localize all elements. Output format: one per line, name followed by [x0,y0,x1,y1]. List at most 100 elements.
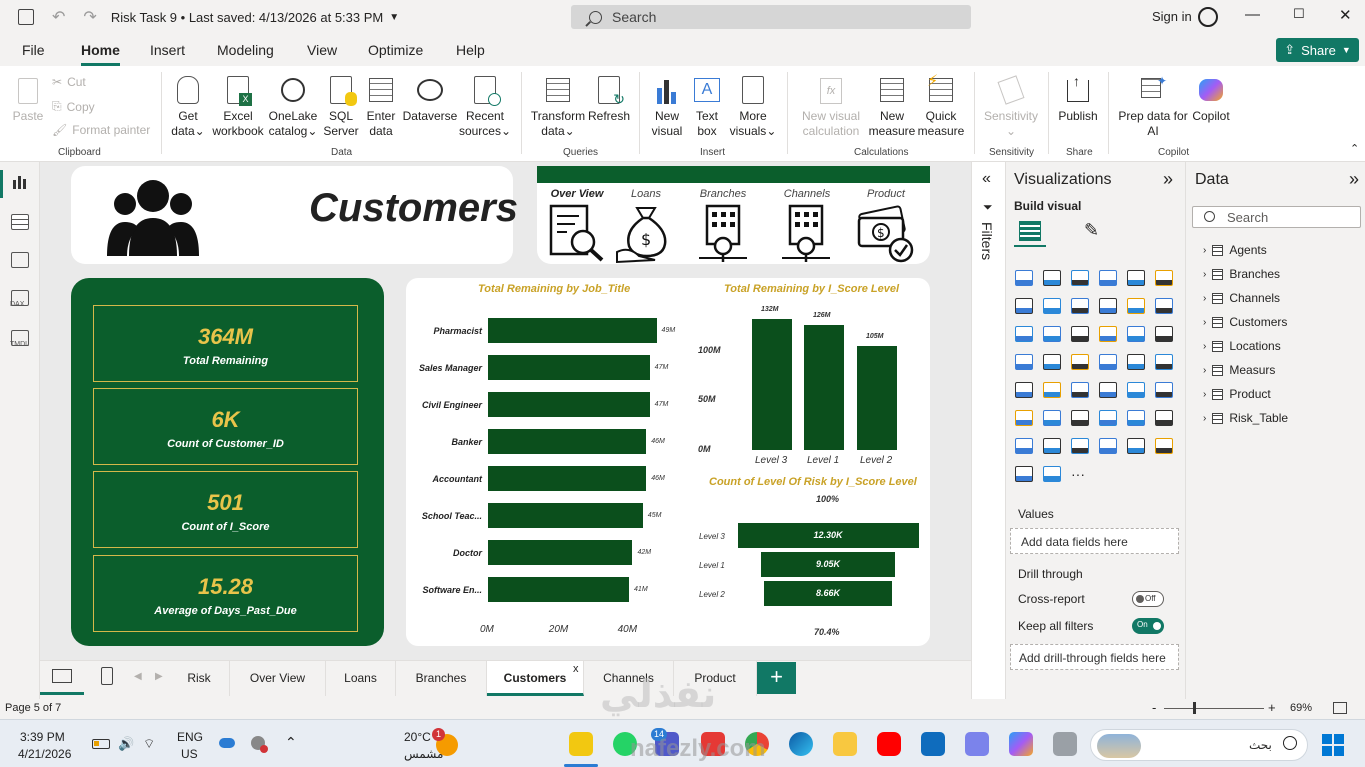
data-search-input[interactable]: Search [1192,206,1361,228]
collapse-ribbon-icon[interactable]: ⌃ [1350,142,1359,155]
100-bar-icon[interactable] [1127,270,1145,286]
fit-to-page-icon[interactable] [1333,702,1347,714]
weather-temperature[interactable]: 20°C [404,730,431,744]
decomposition-tree-icon[interactable] [1043,410,1061,426]
qa-icon[interactable] [1071,410,1089,426]
tab-modeling[interactable]: Modeling [217,42,274,58]
taskbar-search-box[interactable]: بحث [1090,729,1308,761]
edge-app-icon[interactable] [789,732,813,756]
app-icon[interactable] [1053,732,1077,756]
prep-data-for-ai-button[interactable]: ✦ Prep data for AI [1115,74,1191,139]
line-stacked-icon[interactable] [1155,298,1173,314]
language-code[interactable]: ENG [177,730,203,744]
document-title[interactable]: Risk Task 9 • Last saved: 4/13/2026 at 5… [111,10,383,25]
clustered-bar-icon[interactable] [1071,270,1089,286]
dataverse-button[interactable]: Dataverse [402,76,458,124]
collapse-filters-icon[interactable]: « [982,170,991,188]
refresh-button[interactable]: ↻ Refresh [588,76,630,124]
filled-map-icon[interactable] [1043,354,1061,370]
chevron-up-icon[interactable]: ⌃ [285,734,297,751]
report-view-icon[interactable] [11,174,29,190]
page-tab-loans[interactable]: Loans [326,661,396,696]
arcgis-icon[interactable] [1015,466,1033,482]
format-painter-button[interactable]: 🖌 Format painter [52,123,150,137]
more-visuals-menu[interactable]: ··· [1071,466,1085,482]
data-table-item[interactable]: › Measurs [1203,363,1275,377]
data-table-item[interactable]: › Product [1203,387,1271,401]
multi-row-card-icon[interactable] [1155,354,1173,370]
collapse-visualizations-icon[interactable]: » [1163,169,1173,190]
format-visual-icon[interactable]: ✎ [1084,220,1099,241]
paginated-icon[interactable] [1155,410,1173,426]
treemap-icon[interactable] [1155,326,1173,342]
area-chart-icon[interactable] [1043,298,1061,314]
channel-building-icon[interactable] [776,202,836,264]
100-column-icon[interactable] [1155,270,1173,286]
paste-button[interactable]: Paste [10,76,46,124]
azure-map-icon[interactable] [1071,354,1089,370]
data-table-item[interactable]: › Risk_Table [1203,411,1288,425]
add-page-button[interactable]: + [757,662,796,694]
branch-building-icon[interactable] [693,202,753,264]
mobile-layout-icon[interactable] [101,667,113,685]
share-button[interactable]: ⇪ Share ▼ [1276,38,1359,62]
metrics-icon[interactable] [1127,410,1145,426]
nav-product-label[interactable]: Product [850,188,922,200]
zoom-out-button[interactable]: - [1152,700,1156,715]
recent-sources-button[interactable]: Recent sources⌄ [458,76,512,139]
python-visual-icon[interactable] [1155,382,1173,398]
page-tab-customers[interactable]: Customers [487,661,584,696]
key-influencers-icon[interactable] [1015,410,1033,426]
model-view-icon[interactable] [11,252,29,268]
maximize-icon[interactable]: ☐ [1293,6,1305,22]
zoom-slider-thumb[interactable] [1193,702,1196,714]
build-visual-tab[interactable] [1014,217,1046,247]
diamond-icon[interactable] [1155,438,1173,454]
shape-map-icon[interactable] [1071,438,1089,454]
kpi-card[interactable]: 364M Total Remaining [93,305,358,382]
onelake-catalog-button[interactable]: OneLake catalog⌄ [267,76,319,139]
file-explorer-app-icon[interactable] [833,732,857,756]
wifi-icon[interactable]: ⌔ [143,736,155,752]
outlook-app-icon[interactable] [921,732,945,756]
scatter-icon[interactable] [1071,326,1089,342]
line-column-icon[interactable] [1127,298,1145,314]
zoom-slider[interactable] [1164,702,1264,714]
desktop-layout-icon[interactable] [52,669,72,683]
teams-classic-app-icon[interactable] [965,732,989,756]
line-chart-icon[interactable] [1015,298,1033,314]
tab-file[interactable]: File [22,42,45,58]
tab-view[interactable]: View [307,42,337,58]
volume-icon[interactable]: 🔊 [118,736,134,752]
sign-in-link[interactable]: Sign in [1152,9,1192,24]
product-cash-icon[interactable]: $ [855,202,915,264]
data-table-item[interactable]: › Channels [1203,291,1280,305]
table-view-icon[interactable] [11,214,29,230]
copilot-app-icon[interactable] [1009,732,1033,756]
zoom-in-button[interactable]: + [1268,700,1276,715]
slicer-icon[interactable] [1043,382,1061,398]
windows-start-icon[interactable] [1322,734,1344,756]
pie-chart-icon[interactable] [1099,326,1117,342]
data-table-item[interactable]: › Locations [1203,339,1281,353]
drill-through-drop-zone[interactable]: Add drill-through fields here [1010,644,1179,670]
data-table-item[interactable]: › Branches [1203,267,1280,281]
scroll-right-icon[interactable]: ▶ [155,671,163,682]
enter-data-button[interactable]: Enter data [363,76,399,139]
page-tab-over-view[interactable]: Over View [230,661,326,696]
stacked-column-icon[interactable] [1043,270,1061,286]
waterfall-icon[interactable] [1015,326,1033,342]
update-icon[interactable] [251,736,268,753]
chevron-icon[interactable] [1043,466,1061,482]
sql-server-button[interactable]: SQL Server [322,76,360,139]
cut-button[interactable]: ✂ Cut [52,75,86,89]
keep-filters-toggle[interactable]: On [1132,618,1164,634]
donut-chart-icon[interactable] [1127,326,1145,342]
nav-channels-label[interactable]: Channels [771,188,843,200]
r-visual-icon[interactable] [1127,382,1145,398]
search-input[interactable]: Search [571,5,971,29]
sensitivity-button[interactable]: Sensitivity ⌄ [983,75,1039,139]
quick-measure-button[interactable]: ⚡ Quick measure [917,74,965,139]
new-measure-button[interactable]: New measure [868,76,916,139]
nav-branches-label[interactable]: Branches [687,188,759,200]
